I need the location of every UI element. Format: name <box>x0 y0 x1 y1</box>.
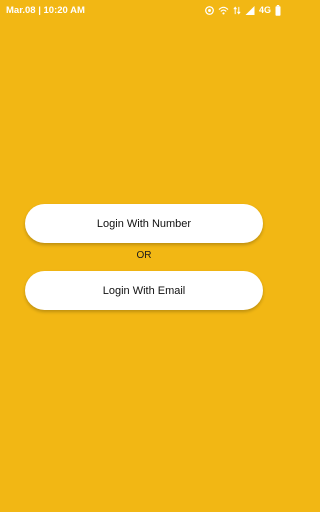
or-separator: OR <box>136 250 152 261</box>
status-bar: Mar.08 | 10:20 AM 4G <box>0 0 288 20</box>
login-with-email-label: Login With Email <box>102 284 186 297</box>
login-with-number-label: Login With Number <box>96 217 192 230</box>
login-with-email-button[interactable]: Login With Email <box>25 271 263 310</box>
status-datetime: Mar.08 | 10:20 AM <box>6 4 85 16</box>
status-icons: 4G <box>205 4 281 16</box>
network-type-label: 4G <box>258 5 271 15</box>
battery-icon <box>275 4 281 16</box>
data-arrows-icon <box>233 6 241 15</box>
login-with-number-button[interactable]: Login With Number <box>25 204 263 243</box>
sync-icon <box>205 5 214 15</box>
signal-icon <box>245 5 255 15</box>
wifi-icon <box>218 6 229 15</box>
